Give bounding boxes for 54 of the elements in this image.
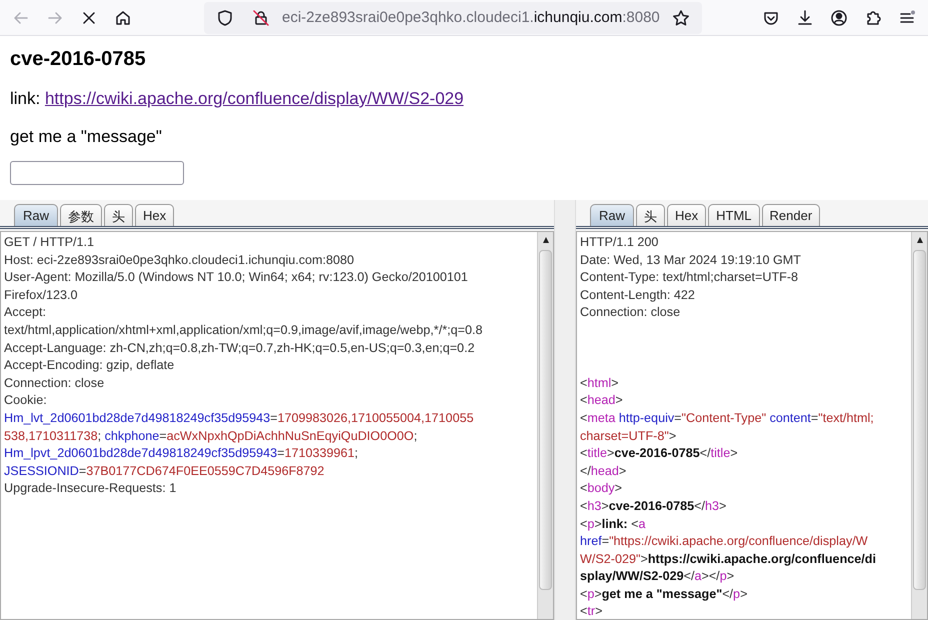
code-line: Cookie:: [4, 392, 48, 410]
code-line: Host: eci-2ze893srai0e0pe3qhko.cloudeci1.ichunqiu.com:8080: [4, 252, 356, 269]
code-line: 538,1710311738; chkphone=acWxNpxhQpDiAchhNuSnEqyiQuDIO0O0O;: [4, 428, 418, 445]
code-line: text/html,application/xhtml+xml,application/xml;q=0.9,image/avif,image/webp,*/*;q=0.8: [4, 322, 484, 339]
code-line: <h3>cve-2016-0785</h3>: [580, 498, 728, 515]
tab[interactable]: HTML: [708, 204, 760, 226]
code-line: Hm_lpvt_2d0601bd28de7d49818249cf35d95943=1710339961;: [4, 445, 360, 462]
code-line: charset=UTF-8">: [580, 428, 678, 445]
scroll-up-icon[interactable]: [542, 236, 550, 244]
tab[interactable]: 头: [636, 204, 666, 226]
code-line: Accept:: [4, 304, 47, 322]
code-line: splay/WW/S2-029</a></p>: [580, 568, 736, 586]
code-line: Date: Wed, 13 Mar 2024 19:19:10 GMT: [580, 252, 802, 269]
link[interactable]: https://cwiki.apache.org/confluence/display/WW/S2-029: [44, 89, 464, 108]
code-line: <p>link: <a: [580, 516, 646, 533]
url-text: eci-2ze893srai0e0pe3qhko.cloudeci1.ichunqiu.com:8080: [282, 9, 660, 26]
code-line: <html>: [580, 374, 620, 392]
tab[interactable]: Raw: [14, 204, 58, 226]
code-line: W/S2-029">https://cwiki.apache.org/confluence/di: [580, 550, 877, 568]
code-line: Content-Type: text/html;charset=UTF-8: [580, 269, 800, 286]
code-line: <p>get me a "message"</p>: [580, 586, 748, 603]
code-line: <head>: [580, 392, 624, 410]
address-bar[interactable]: eci-2ze893srai0e0pe3qhko.cloudeci1.ichunqiu.com:8080: [204, 2, 702, 34]
code-line: Content-Length: 422: [580, 286, 696, 304]
tab[interactable]: 头: [104, 204, 134, 226]
link-line: link: https://cwiki.apache.org/confluence/display/WW/S2-029: [10, 89, 465, 109]
scrollbar[interactable]: [911, 232, 927, 619]
code-line: Hm_lvt_2d0601bd28de7d49818249cf35d95943=1709983026,1710055004,1710055: [4, 410, 475, 427]
code-line: Connection: close: [580, 304, 682, 322]
tab[interactable]: 参数: [60, 204, 102, 226]
scroll-up-icon[interactable]: [916, 236, 924, 244]
tab[interactable]: Render: [762, 204, 820, 226]
code-line: User-Agent: Mozilla/5.0 (Windows NT 10.0; Win64; x64; rv:123.0) Gecko/20100101: [4, 269, 469, 286]
code-line: JSESSIONID=37B0177CD674F0EE0559C7D4596F8792: [4, 462, 326, 480]
code-line: </head>: [580, 462, 628, 480]
message-input[interactable]: [10, 161, 184, 185]
scrollbar[interactable]: [537, 232, 553, 619]
page-heading: cve-2016-0785: [10, 48, 147, 71]
code-line: Connection: close: [4, 374, 106, 392]
tab[interactable]: Hex: [135, 204, 174, 226]
code-line: GET / HTTP/1.1: [4, 234, 96, 251]
tab[interactable]: Hex: [667, 204, 706, 226]
code-line: Accept-Language: zh-CN,zh;q=0.8,zh-TW;q=0.7,zh-HK;q=0.5,en-US;q=0.3,en;q=0.2: [4, 340, 476, 357]
code-line: HTTP/1.1 200: [580, 234, 660, 251]
prompt-text: get me a "message": [10, 127, 163, 147]
tab[interactable]: Raw: [590, 204, 634, 226]
code-line: href="https://cwiki.apache.org/confluence/display/W: [580, 533, 869, 550]
code-line: Accept-Encoding: gzip, deflate: [4, 357, 176, 374]
code-line: <body>: [580, 480, 624, 498]
code-line: <meta http-equiv="Content-Type" content="text/html;: [580, 410, 875, 427]
code-line: <tr>: [580, 603, 604, 619]
code-line: Firefox/123.0: [4, 286, 79, 304]
code-line: <title>cve-2016-0785</title>: [580, 445, 739, 462]
code-line: Upgrade-Insecure-Requests: 1: [4, 480, 178, 498]
